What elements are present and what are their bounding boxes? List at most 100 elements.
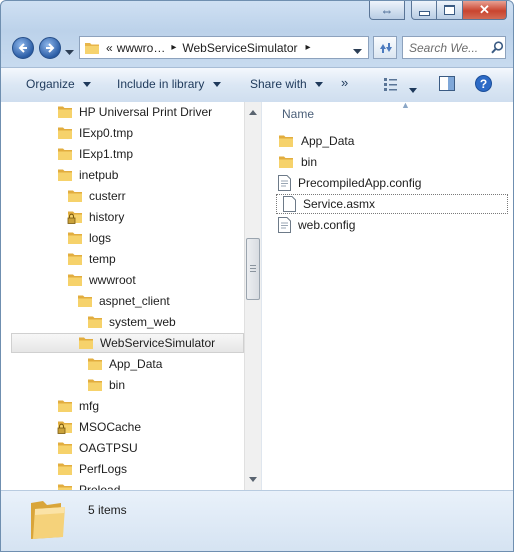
help-icon: ? [475,75,492,92]
double-arrow-icon: ⇔ [380,2,394,18]
tree-item[interactable]: custerr [67,186,126,206]
switch-window-button[interactable]: ⇔ [369,1,405,20]
include-in-library-label: Include in library [117,77,205,91]
tree-item[interactable]: Preload [57,480,120,490]
locked-folder-icon [57,421,72,434]
tree-item[interactable]: aspnet_client [77,291,170,311]
tree-item-label: custerr [89,189,126,203]
folder-icon [58,169,72,181]
file-item[interactable]: bin [278,152,317,172]
search-input[interactable] [409,40,489,55]
file-name: PrecompiledApp.config [298,176,422,190]
include-in-library-menu[interactable]: Include in library [117,77,221,91]
tree-item-label: temp [89,252,116,266]
preview-pane-button[interactable] [439,76,455,94]
maximize-icon [444,5,455,15]
breadcrumb-separator[interactable]: ▸ [306,42,311,53]
tree-item[interactable]: temp [67,249,116,269]
tree-scrollbar[interactable] [244,102,261,490]
view-options-dropdown[interactable] [409,82,417,96]
recent-pages-dropdown[interactable] [65,45,74,59]
tree-item-label: Preload [79,483,121,490]
tree-item[interactable]: App_Data [87,354,162,374]
tree-item[interactable]: logs [67,228,111,248]
breadcrumb-webservicesimulator[interactable]: WebServiceSimulator [182,41,297,55]
scrollbar-thumb[interactable] [246,238,260,300]
file-name: bin [301,155,318,169]
locked-folder-icon [67,211,82,224]
breadcrumb-wwwroot[interactable]: wwwro… [117,41,166,55]
folder-icon [58,148,72,160]
tree-item[interactable]: bin [87,375,125,395]
grip-line [250,265,256,266]
folder-large-icon [31,501,65,539]
explorer-window: ⇔ ✕ « wwwro… ▸ WebServiceSimulator ▸ Sea… [0,0,514,552]
folder-icon [85,42,99,54]
back-button[interactable] [12,37,34,59]
file-item[interactable]: PrecompiledApp.config [278,173,421,193]
forward-button[interactable] [39,37,61,59]
folder-icon [88,358,102,370]
address-history-dropdown[interactable] [353,44,362,58]
tree-item-label: mfg [79,399,100,413]
tree-item[interactable]: OAGTPSU [57,438,138,458]
sort-ascending-icon: ▲ [401,102,410,110]
search-box[interactable] [402,36,506,59]
config-file-icon [278,217,291,233]
forward-arrow-icon [46,43,55,53]
tree-item[interactable]: mfg [57,396,99,416]
tree-item[interactable]: wwwroot [67,270,136,290]
close-button[interactable]: ✕ [463,1,507,20]
change-view-button[interactable] [384,77,402,94]
tree-item-label: IExp0.tmp [79,126,134,140]
folder-icon [58,400,72,412]
tree-item-label: OAGTPSU [79,441,138,455]
folder-icon [58,463,72,475]
folder-icon [68,274,82,286]
grip-line [250,268,256,269]
tree-item[interactable]: HP Universal Print Driver [57,102,212,122]
view-list-icon [384,78,397,91]
folder-icon [88,379,102,391]
command-bar: Organize Include in library Share with » [1,67,513,103]
folder-icon [279,156,293,168]
address-bar[interactable]: « wwwro… ▸ WebServiceSimulator ▸ [79,36,369,59]
tree-item[interactable]: MSOCache [57,417,141,437]
refresh-button[interactable] [373,36,397,59]
scroll-up-arrow-icon[interactable] [249,110,257,115]
tree-item-label: inetpub [79,168,119,182]
file-name: App_Data [301,134,355,148]
tree-item-label: history [89,210,125,224]
details-pane: 5 items [1,490,513,551]
file-item[interactable]: Service.asmx [276,194,508,214]
more-commands-button[interactable]: » [341,75,348,90]
chevron-down-icon [353,49,362,54]
tree-item-label: bin [109,378,126,392]
scroll-down-arrow-icon[interactable] [249,477,257,482]
file-item[interactable]: App_Data [278,131,354,151]
tree-item[interactable]: PerfLogs [57,459,127,479]
help-button[interactable]: ? [475,75,492,95]
folder-icon [78,295,92,307]
share-with-menu[interactable]: Share with [250,77,324,91]
minimize-icon [418,10,430,16]
folder-icon [68,190,82,202]
breadcrumb-separator[interactable]: ▸ [171,42,176,53]
tree-item[interactable]: system_web [87,312,176,332]
tree-item[interactable]: WebServiceSimulator [11,333,244,353]
svg-text:?: ? [480,77,487,91]
tree-item[interactable]: history [67,207,124,227]
tree-item[interactable]: IExp0.tmp [57,123,133,143]
minimize-button[interactable] [411,1,437,20]
tree-item[interactable]: IExp1.tmp [57,144,133,164]
tree-item-label: aspnet_client [99,294,170,308]
tree-item-label: logs [89,231,112,245]
tree-item[interactable]: inetpub [57,165,118,185]
name-column-header[interactable]: Name [282,107,314,121]
address-overflow[interactable]: « [106,41,113,55]
close-icon: ✕ [479,2,490,17]
organize-menu[interactable]: Organize [26,77,92,91]
chevron-down-icon [212,82,221,88]
maximize-button[interactable] [437,1,463,20]
file-item[interactable]: web.config [278,215,355,235]
